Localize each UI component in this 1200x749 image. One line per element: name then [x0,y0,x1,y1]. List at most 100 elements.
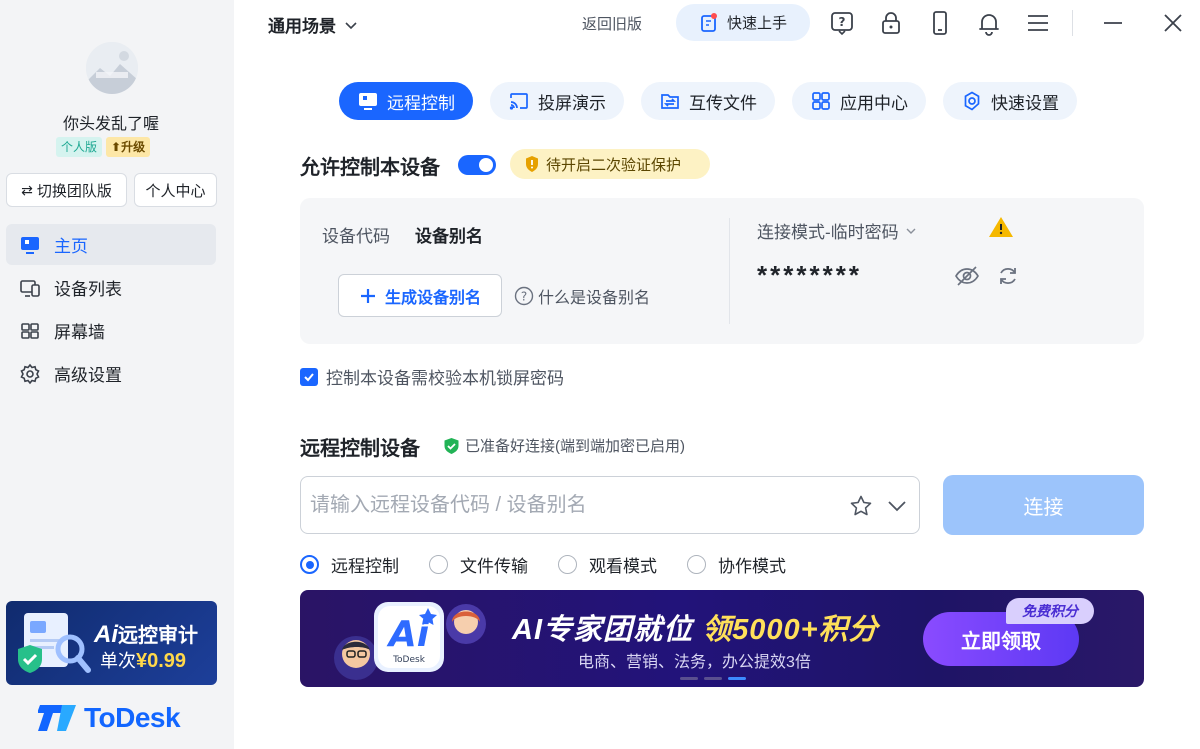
radio-selected-icon [300,555,319,574]
sidebar-item-label: 高级设置 [54,366,122,385]
devices-icon [18,276,42,300]
sidebar: 你头发乱了喔 个人版 ⬆升级 ⇄ 切换团队版 个人中心 主页 设备列表 屏幕墙 … [0,0,234,749]
swap-icon: ⇄ [21,181,33,198]
banner-dot[interactable] [704,677,722,680]
chevron-down-icon[interactable] [885,494,909,523]
return-old-version-link[interactable]: 返回旧版 [582,13,642,34]
refresh-icon[interactable] [996,264,1020,293]
what-is-alias-label: 什么是设备别名 [538,290,651,307]
plus-icon [360,288,375,303]
edition-badges: 个人版 ⬆升级 [56,137,151,157]
quick-start-button[interactable]: 快速上手 [676,4,810,41]
connection-mode-radios: 远程控制 文件传输 观看模式 协作模式 [300,552,816,577]
sidebar-item-screenwall[interactable]: 屏幕墙 [6,310,216,351]
device-code-label[interactable]: 设备代码 [322,222,390,247]
feature-tabs: 远程控制 投屏演示 互传文件 应用中心 快速设置 [339,82,1077,120]
two-factor-warning[interactable]: 待开启二次验证保护 [510,149,710,179]
arrow-up-icon: ⬆ [111,140,122,154]
topbar-divider [1072,10,1073,36]
generate-alias-button[interactable]: 生成设备别名 [338,274,502,317]
guide-book-icon [701,12,717,32]
sidebar-item-home[interactable]: 主页 [6,224,216,265]
radio-file-transfer[interactable]: 文件传输 [429,552,528,577]
remote-device-input[interactable] [310,489,840,521]
remote-device-field[interactable] [300,476,920,534]
logo-text: ToDesk [84,702,181,733]
generate-alias-label: 生成设备别名 [384,289,481,307]
radio-label: 文件传输 [460,557,528,576]
tab-screen-cast[interactable]: 投屏演示 [490,82,624,120]
allow-control-title: 允许控制本设备 [300,157,440,179]
ai-audit-promo[interactable]: Ai远控审计 单次¥0.99 [6,601,217,685]
svg-text:ToDesk: ToDesk [392,655,426,665]
sidebar-item-devices[interactable]: 设备列表 [6,267,216,308]
switch-team-button[interactable]: ⇄ 切换团队版 [6,173,127,207]
card-divider [729,218,730,324]
scene-dropdown[interactable]: 通用场景 [268,12,358,37]
promo-title: Ai远控审计 [94,619,198,649]
personal-center-button[interactable]: 个人中心 [134,173,217,207]
star-icon[interactable] [849,494,873,523]
chevron-down-icon [345,21,357,29]
connection-status: 已准备好连接(端到端加密已启用) [443,435,685,456]
sidebar-item-advanced-settings[interactable]: 高级设置 [6,353,216,394]
tab-app-center[interactable]: 应用中心 [792,82,926,120]
connect-button[interactable]: 连接 [943,475,1144,535]
connection-mode-label: 连接模式-临时密码 [757,223,899,242]
avatar[interactable] [86,42,138,94]
minimize-icon[interactable] [1099,9,1127,37]
document-search-icon [18,613,91,673]
mobile-icon[interactable] [926,9,954,37]
scene-label: 通用场景 [268,17,336,36]
help-icon[interactable]: ? [828,9,856,37]
personal-badge: 个人版 [56,137,103,157]
device-alias-label[interactable]: 设备别名 [415,222,483,247]
svg-text:?: ? [521,290,527,304]
radio-collab-mode[interactable]: 协作模式 [687,552,786,577]
switch-team-label: 切换团队版 [36,182,112,200]
close-icon[interactable] [1159,9,1187,37]
radio-label: 远程控制 [331,557,399,576]
banner-pagination [680,677,746,680]
connection-mode-dropdown[interactable]: 连接模式-临时密码 [757,218,917,243]
shield-check-icon [444,437,459,454]
remote-control-title: 远程控制设备 [300,438,420,460]
monitor-icon [18,233,42,257]
promo-price-prefix: 单次 [100,651,136,671]
username: 你头发乱了喔 [62,116,159,133]
radio-remote-control[interactable]: 远程控制 [300,552,399,577]
connection-status-label: 已准备好连接(端到端加密已启用) [465,438,685,455]
shield-icon [526,156,538,172]
allow-control-toggle[interactable] [458,155,496,175]
tab-remote-control[interactable]: 远程控制 [339,82,473,120]
radio-view-mode[interactable]: 观看模式 [558,552,657,577]
lock-password-checkbox[interactable]: 控制本设备需校验本机锁屏密码 [300,364,564,389]
sidebar-item-label: 屏幕墙 [54,323,105,342]
tab-quick-settings[interactable]: 快速设置 [943,82,1077,120]
radio-label: 观看模式 [589,557,657,576]
promo-price: 单次¥0.99 [100,647,186,673]
banner-title-highlight: 领5000+积分 [702,614,879,646]
warning-triangle-icon[interactable] [988,216,1014,243]
lock-icon[interactable] [877,9,905,37]
app-window: 你头发乱了喔 个人版 ⬆升级 ⇄ 切换团队版 个人中心 主页 设备列表 屏幕墙 … [0,0,1200,749]
checkbox-checked-icon [300,367,318,386]
banner-dot[interactable] [680,677,698,680]
eye-off-icon[interactable] [954,264,980,293]
screen-icon [359,93,377,110]
what-is-alias-link[interactable]: ? 什么是设备别名 [514,284,650,308]
menu-icon[interactable] [1024,9,1052,37]
banner-dot-active[interactable] [728,677,746,680]
svg-text:?: ? [839,15,846,29]
file-transfer-icon [661,94,679,109]
lock-password-label: 控制本设备需校验本机锁屏密码 [326,369,564,388]
sidebar-item-label: 设备列表 [54,280,122,299]
ai-expert-banner[interactable]: Ai ToDesk AI专家团就位 领5000+积分 电商、营销、法务，办公提效… [300,590,1144,687]
bell-icon[interactable] [975,9,1003,37]
banner-title-main: AI专家团就位 [512,614,703,646]
chevron-down-icon [906,228,916,234]
upgrade-badge[interactable]: ⬆升级 [106,137,151,157]
question-circle-icon: ? [514,286,534,306]
tab-file-transfer[interactable]: 互传文件 [641,82,775,120]
sidebar-item-label: 主页 [54,237,88,256]
